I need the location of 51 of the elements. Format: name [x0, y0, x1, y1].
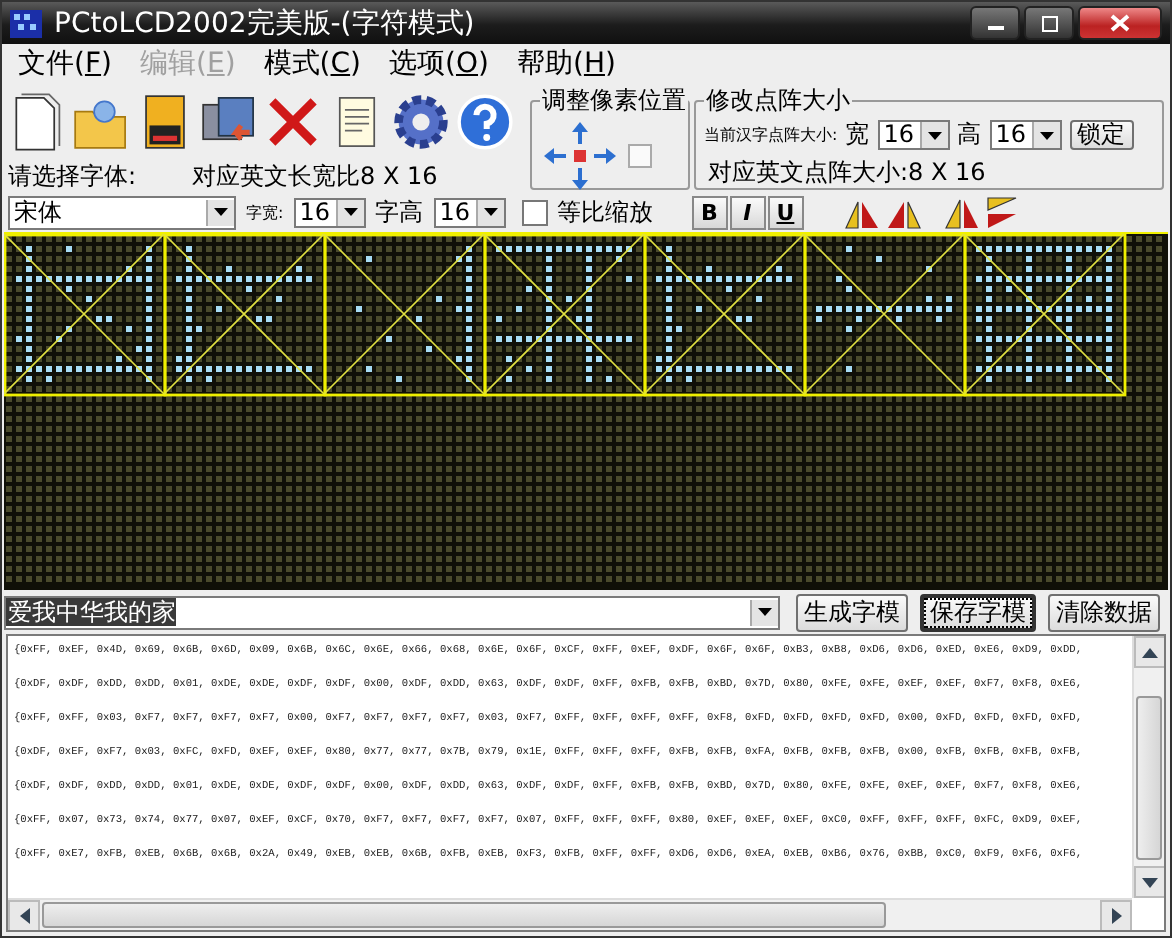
window-title: PCtoLCD2002完美版-(字符模式): [54, 5, 475, 41]
width-select[interactable]: 16: [877, 120, 950, 150]
group-title: 修改点阵大小: [704, 84, 852, 118]
close-button[interactable]: [1078, 6, 1162, 40]
menu-item[interactable]: 选项(O): [389, 46, 489, 82]
char-height-select[interactable]: 16: [433, 197, 506, 227]
maximize-icon: [1039, 15, 1059, 31]
dropdown-icon: [343, 208, 358, 216]
dropdown-icon: [927, 131, 942, 139]
height-select[interactable]: 16: [989, 120, 1062, 150]
menu-item[interactable]: 帮助(H): [516, 46, 616, 82]
style-button[interactable]: I: [729, 195, 766, 229]
dot-matrix-drawing[interactable]: [4, 234, 1164, 584]
current-size-label: 当前汉字点阵大小:: [704, 124, 838, 146]
height-label: 高: [957, 118, 982, 152]
font-select[interactable]: 宋体: [8, 195, 236, 229]
dropdown-icon: [483, 208, 498, 216]
action-button[interactable]: 清除数据: [1048, 593, 1160, 631]
char-width-label: 字宽:: [246, 201, 284, 223]
arrow-pad-drawing[interactable]: [540, 118, 620, 194]
action-button[interactable]: 保存字模: [920, 593, 1036, 631]
scroll-left-icon: [19, 908, 29, 924]
style-button[interactable]: B: [691, 195, 728, 229]
style-button[interactable]: U: [767, 195, 804, 229]
horizontal-scrollbar[interactable]: [8, 898, 1132, 930]
proportional-label: 等比缩放: [557, 195, 654, 229]
char-width-select[interactable]: 16: [293, 197, 366, 227]
char-height-label: 字高: [375, 195, 424, 229]
english-size-text: 对应英文点阵大小:8 X 16: [706, 156, 988, 190]
close-icon: [1110, 14, 1130, 32]
checkbox[interactable]: [521, 199, 548, 225]
group-title: 调整像素位置: [540, 84, 688, 118]
minimize-button[interactable]: [970, 6, 1020, 40]
output-text-area[interactable]: [6, 634, 1166, 932]
font-label: 请选择字体:: [8, 160, 137, 194]
scroll-right-icon: [1111, 908, 1121, 924]
app-icon: [10, 9, 42, 37]
vertical-scrollbar[interactable]: [1132, 636, 1164, 898]
menu-item[interactable]: 模式(C): [263, 46, 362, 82]
dropdown-icon: [758, 608, 772, 616]
dropdown-icon: [1039, 131, 1054, 139]
scroll-up-icon: [1142, 647, 1158, 657]
menu-item[interactable]: 文件(F): [18, 46, 112, 82]
maximize-button[interactable]: [1024, 6, 1074, 40]
width-label: 宽: [845, 118, 870, 152]
lock-button[interactable]: 锁定: [1069, 120, 1134, 150]
text-input-field[interactable]: 爱我中华我的家: [4, 595, 780, 629]
dropdown-icon: [214, 208, 228, 216]
scroll-down-icon: [1142, 877, 1158, 887]
action-button[interactable]: 生成字模: [796, 593, 908, 631]
aspect-ratio-text: 对应英文长宽比8 X 16: [192, 160, 438, 194]
